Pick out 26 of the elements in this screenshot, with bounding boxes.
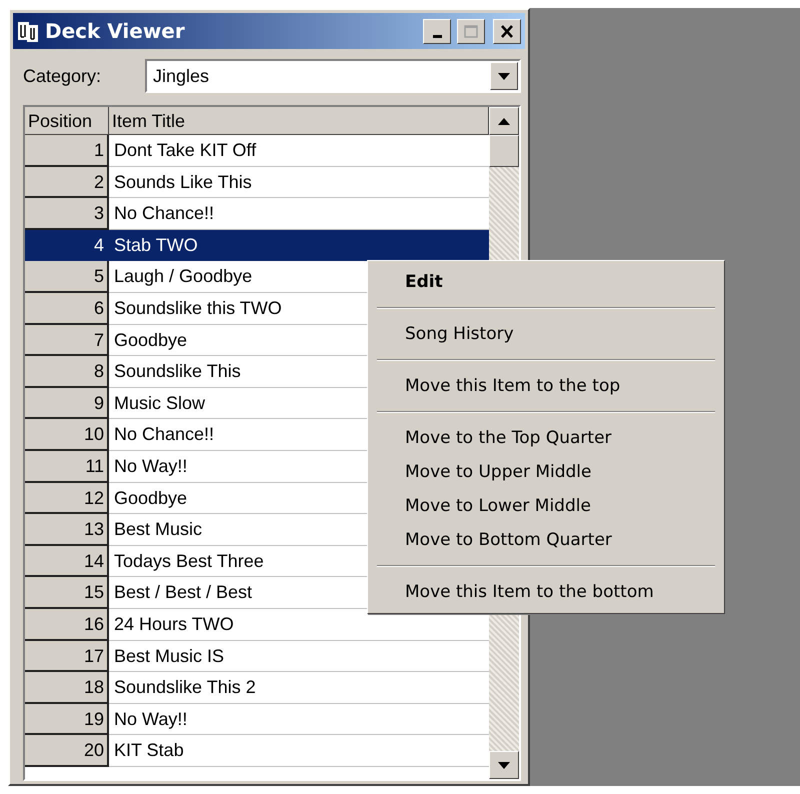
- title-cell: Stab TWO: [109, 230, 489, 262]
- position-cell: 8: [25, 356, 109, 388]
- position-cell: 9: [25, 388, 109, 420]
- position-cell: 5: [25, 261, 109, 293]
- position-cell: 16: [25, 608, 109, 640]
- position-cell: 1: [25, 135, 109, 167]
- position-cell: 3: [25, 198, 109, 230]
- title-cell: No Way!!: [109, 704, 489, 736]
- position-cell: 20: [25, 735, 109, 767]
- position-cell: 11: [25, 450, 109, 483]
- position-cell: 2: [25, 166, 109, 198]
- position-cell: 12: [25, 482, 109, 514]
- position-cell: 18: [25, 672, 109, 704]
- position-cell: 14: [25, 546, 109, 578]
- title-cell: Sounds Like This: [109, 166, 489, 198]
- position-cell: 17: [25, 640, 109, 672]
- position-cell: 7: [25, 324, 109, 356]
- position-cell: 13: [25, 514, 109, 546]
- window-title: Deck Viewer: [45, 19, 186, 43]
- position-cell: 4: [25, 230, 109, 262]
- position-cell: 10: [25, 419, 109, 451]
- title-cell: Best Music IS: [109, 640, 489, 672]
- position-cell: 6: [25, 292, 109, 325]
- category-label: Category:: [23, 66, 102, 86]
- position-cell: 19: [25, 704, 109, 736]
- position-cell: 15: [25, 577, 109, 609]
